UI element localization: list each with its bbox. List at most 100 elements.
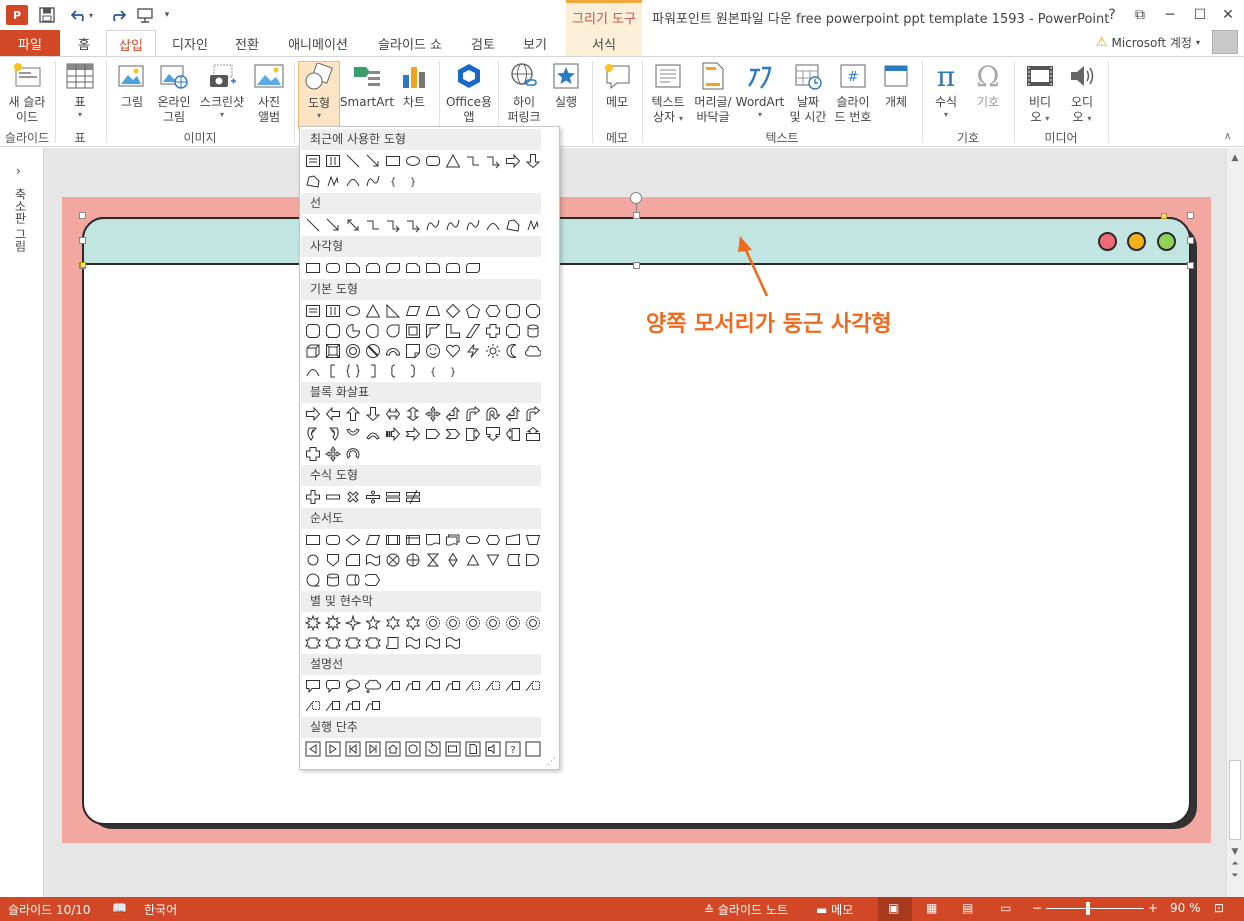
- shape-rarrow-icon[interactable]: [503, 151, 523, 171]
- office-apps-button[interactable]: Office용 앱: [444, 61, 494, 125]
- shape-flowMerge-icon[interactable]: [483, 550, 503, 570]
- shape-btnEnd-icon[interactable]: [363, 739, 383, 759]
- shape-curve-icon[interactable]: [443, 215, 463, 235]
- shape-rbubble-icon[interactable]: [323, 676, 343, 696]
- online-picture-button[interactable]: 온라인 그림: [154, 61, 194, 125]
- chart-button[interactable]: 차트: [396, 61, 432, 110]
- shape-btnDoc-icon[interactable]: [463, 739, 483, 759]
- resize-handle-top[interactable]: [633, 212, 640, 219]
- shape-arrowline-icon[interactable]: [323, 215, 343, 235]
- scroll-up-icon[interactable]: ▲: [1229, 152, 1241, 164]
- shape-txtc-icon[interactable]: }: [443, 361, 463, 381]
- shape-flowOr-icon[interactable]: [403, 550, 423, 570]
- video-button[interactable]: 비디 오 ▾: [1022, 61, 1058, 125]
- collapse-ribbon-icon[interactable]: ∧: [1224, 131, 1231, 142]
- date-time-button[interactable]: 날짜 및 시간: [786, 61, 830, 125]
- shape-flowData-icon[interactable]: [363, 530, 383, 550]
- shape-leftup-icon[interactable]: [503, 404, 523, 424]
- shape-cross-icon[interactable]: [303, 444, 323, 464]
- shape-elbow-icon[interactable]: [363, 215, 383, 235]
- shape-flowInternal-icon[interactable]: [403, 530, 423, 550]
- shape-seal-icon[interactable]: [423, 613, 443, 633]
- shape-vtextbox-icon[interactable]: [323, 301, 343, 321]
- shape-rtri-icon[interactable]: [383, 301, 403, 321]
- shape-homeplate-icon[interactable]: [423, 424, 443, 444]
- shape-btnStart-icon[interactable]: [343, 739, 363, 759]
- shape-uarrow-icon[interactable]: [343, 404, 363, 424]
- shape-dash1-icon[interactable]: [303, 696, 323, 716]
- shape-rbrace-icon[interactable]: [403, 361, 423, 381]
- shape-flowMan-icon[interactable]: [523, 530, 543, 550]
- zoom-level[interactable]: 90 %: [1170, 901, 1201, 915]
- shape-pie-icon[interactable]: [343, 321, 363, 341]
- shape-ribbon-icon[interactable]: [343, 633, 363, 653]
- spellcheck-icon[interactable]: 📖: [112, 901, 127, 915]
- photo-album-button[interactable]: 사진 앨범: [250, 61, 288, 125]
- shape-flowDisp-icon[interactable]: [363, 570, 383, 590]
- shape-teardrop-icon[interactable]: [383, 321, 403, 341]
- shape-curvedD-icon[interactable]: [363, 424, 383, 444]
- shape-flowDelay-icon[interactable]: [523, 550, 543, 570]
- tab-file[interactable]: 파일: [0, 30, 60, 56]
- shape-quad-icon[interactable]: [323, 444, 343, 464]
- shape-line2-icon[interactable]: [403, 676, 423, 696]
- shape-flowCol-icon[interactable]: [423, 550, 443, 570]
- shape-btnHome-icon[interactable]: [383, 739, 403, 759]
- shape-flowSeq-icon[interactable]: [303, 570, 323, 590]
- shape-rrect-icon[interactable]: [323, 258, 343, 278]
- shape-round2-icon[interactable]: [443, 258, 463, 278]
- shape-notched-icon[interactable]: [403, 424, 423, 444]
- shape-snipRound-icon[interactable]: [403, 258, 423, 278]
- picture-button[interactable]: 그림: [114, 61, 150, 110]
- shape-line2-icon[interactable]: [443, 676, 463, 696]
- tab-slideshow[interactable]: 슬라이드 쇼: [366, 30, 454, 56]
- shape-udarrow-icon[interactable]: [403, 404, 423, 424]
- reading-view-icon[interactable]: ▤: [962, 901, 973, 915]
- shape-curvedR-icon[interactable]: [303, 424, 323, 444]
- shape-txt-icon[interactable]: {: [423, 361, 443, 381]
- tab-format[interactable]: 서식: [566, 30, 642, 56]
- shape-line1-icon[interactable]: [323, 696, 343, 716]
- shape-leftup-icon[interactable]: [443, 404, 463, 424]
- shape-flowManual-icon[interactable]: [503, 530, 523, 550]
- shape-rect-icon[interactable]: [303, 258, 323, 278]
- tab-transitions[interactable]: 전환: [224, 30, 270, 56]
- shape-divide-icon[interactable]: [363, 487, 383, 507]
- shape-seal-icon[interactable]: [483, 613, 503, 633]
- shape-equal-icon[interactable]: [383, 487, 403, 507]
- help-button[interactable]: ?: [1098, 3, 1126, 27]
- avatar[interactable]: [1212, 30, 1238, 54]
- shape-rcallout-icon[interactable]: [463, 424, 483, 444]
- tab-design[interactable]: 디자인: [162, 30, 218, 56]
- equation-button[interactable]: π 수식 ▾: [928, 61, 964, 120]
- tab-insert[interactable]: 삽입: [106, 30, 156, 57]
- shape-ribbon-icon[interactable]: [323, 633, 343, 653]
- shape-flowPredef-icon[interactable]: [383, 530, 403, 550]
- powerpoint-logo-icon[interactable]: P: [6, 5, 28, 25]
- shape-line2-icon[interactable]: [363, 696, 383, 716]
- shape-dblarrow-icon[interactable]: [343, 215, 363, 235]
- shape-line1-icon[interactable]: [423, 676, 443, 696]
- previous-slide-icon[interactable]: ⏶: [1229, 858, 1241, 870]
- shape-cross-icon[interactable]: [483, 321, 503, 341]
- shape-rect-icon[interactable]: [383, 151, 403, 171]
- shape-striped-icon[interactable]: [383, 424, 403, 444]
- shape-btnBack-icon[interactable]: [423, 739, 443, 759]
- shape-dash1-icon[interactable]: [523, 676, 543, 696]
- shape-diamond-icon[interactable]: [443, 301, 463, 321]
- shape-frame-icon[interactable]: [403, 321, 423, 341]
- yellow-dot-shape[interactable]: [1127, 232, 1146, 251]
- shape-flowExt-icon[interactable]: [463, 550, 483, 570]
- shape-wave-icon[interactable]: [443, 633, 463, 653]
- shape-btnHelp-icon[interactable]: ?: [503, 739, 523, 759]
- shape-flowStored-icon[interactable]: [503, 550, 523, 570]
- adjust-handle-left[interactable]: [80, 262, 86, 268]
- shape-seal-icon[interactable]: [443, 613, 463, 633]
- shape-elbowarrow-icon[interactable]: [403, 215, 423, 235]
- shape-lcallout-icon[interactable]: [503, 424, 523, 444]
- callout-text[interactable]: 양쪽 모서리가 둥근 사각형: [646, 306, 892, 338]
- shape-flowTape-icon[interactable]: [363, 550, 383, 570]
- next-slide-icon[interactable]: ⏷: [1229, 870, 1241, 882]
- shape-minus-icon[interactable]: [323, 487, 343, 507]
- shape-line1-icon[interactable]: [383, 676, 403, 696]
